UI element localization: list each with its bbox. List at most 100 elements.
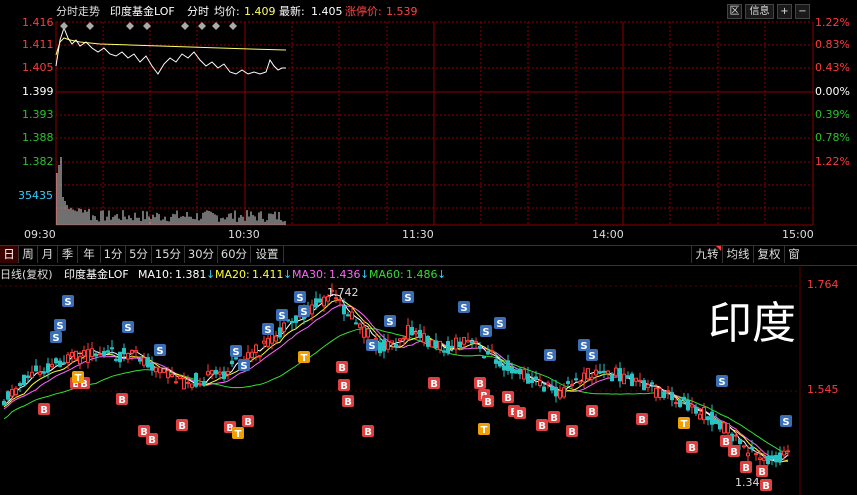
candle bbox=[478, 345, 482, 349]
candle bbox=[122, 348, 126, 355]
candle bbox=[514, 369, 518, 374]
tab-day[interactable]: 日 bbox=[0, 246, 19, 263]
candle bbox=[686, 399, 690, 411]
tab-60min[interactable]: 60分 bbox=[218, 246, 251, 263]
candle bbox=[314, 298, 318, 308]
sell-signal-icon-text: S bbox=[278, 311, 285, 322]
pct-tick: 0.00% bbox=[815, 85, 850, 98]
candle bbox=[670, 392, 674, 401]
candle bbox=[214, 370, 218, 375]
candle bbox=[738, 438, 742, 444]
candle bbox=[262, 340, 266, 344]
candle bbox=[486, 350, 490, 355]
candle bbox=[762, 457, 766, 461]
candle bbox=[786, 450, 790, 453]
candle bbox=[474, 340, 478, 344]
candle bbox=[110, 347, 114, 350]
event-marker-icon bbox=[198, 22, 206, 30]
candle bbox=[542, 386, 546, 392]
tab-quarter[interactable]: 季 bbox=[58, 246, 78, 263]
t-signal-icon-text: T bbox=[481, 425, 488, 436]
candle bbox=[450, 345, 454, 348]
adjust-button[interactable]: 复权 bbox=[753, 246, 784, 263]
candle bbox=[230, 360, 234, 365]
candle bbox=[178, 376, 182, 379]
tab-month[interactable]: 月 bbox=[38, 246, 58, 263]
sell-signal-icon-text: S bbox=[156, 346, 163, 357]
candle bbox=[38, 371, 42, 375]
buy-signal-icon-text: B bbox=[344, 397, 352, 408]
candle bbox=[390, 340, 394, 344]
sell-signal-icon-text: S bbox=[460, 303, 467, 314]
candle bbox=[666, 390, 670, 393]
candle bbox=[606, 370, 610, 375]
tab-year[interactable]: 年 bbox=[78, 246, 101, 263]
limit-up-value: 1.539 bbox=[386, 5, 418, 18]
candle bbox=[718, 420, 722, 430]
region-icon[interactable]: 区 bbox=[727, 4, 742, 19]
limit-up-label: 涨停价: bbox=[345, 5, 382, 18]
candle bbox=[414, 331, 418, 335]
info-button[interactable]: 信息 bbox=[745, 4, 774, 19]
buy-signal-icon-text: B bbox=[40, 405, 48, 416]
zoom-in-icon[interactable]: + bbox=[777, 4, 792, 19]
avg-value: 1.409 bbox=[244, 5, 276, 18]
sell-signal-icon-text: S bbox=[56, 321, 63, 332]
candle bbox=[698, 413, 702, 420]
sell-signal-icon-text: S bbox=[386, 317, 393, 328]
candle bbox=[50, 363, 54, 368]
candle bbox=[58, 360, 62, 367]
tab-settings[interactable]: 设置 bbox=[251, 246, 284, 263]
candle bbox=[10, 389, 14, 397]
tab-week[interactable]: 周 bbox=[19, 246, 38, 263]
candle bbox=[506, 360, 510, 371]
candle bbox=[346, 314, 350, 317]
event-marker-icon bbox=[86, 22, 94, 30]
tab-5min[interactable]: 5分 bbox=[126, 246, 152, 263]
buy-signal-icon-text: B bbox=[588, 407, 596, 418]
buy-signal-icon-text: B bbox=[484, 397, 492, 408]
buy-signal-icon-text: B bbox=[762, 481, 770, 492]
tab-15min[interactable]: 15分 bbox=[152, 246, 185, 263]
candle bbox=[198, 383, 202, 386]
tab-1min[interactable]: 1分 bbox=[101, 246, 126, 263]
candle bbox=[130, 349, 134, 354]
candle bbox=[758, 457, 762, 461]
price-line bbox=[55, 26, 286, 75]
candle bbox=[658, 388, 662, 399]
tab-30min[interactable]: 30分 bbox=[185, 246, 218, 263]
candle bbox=[442, 350, 446, 353]
ma-lines-button[interactable]: 均线 bbox=[722, 246, 753, 263]
candle bbox=[258, 354, 262, 357]
candle bbox=[350, 311, 354, 320]
candle bbox=[394, 343, 398, 347]
candle bbox=[714, 418, 718, 425]
candle bbox=[82, 350, 86, 357]
candle bbox=[594, 369, 598, 376]
candle bbox=[26, 375, 30, 378]
candle bbox=[522, 369, 526, 380]
candle bbox=[498, 360, 502, 367]
candle bbox=[546, 382, 550, 386]
candle bbox=[186, 381, 190, 384]
candle bbox=[406, 325, 410, 340]
candle bbox=[266, 337, 270, 347]
candle bbox=[690, 404, 694, 408]
event-marker-icon bbox=[60, 22, 68, 30]
pct-tick: 0.43% bbox=[815, 61, 850, 74]
candle bbox=[34, 365, 38, 372]
sell-signal-icon-text: S bbox=[296, 293, 303, 304]
buy-signal-icon-text: B bbox=[364, 427, 372, 438]
candle bbox=[466, 340, 470, 343]
zoom-out-icon[interactable]: − bbox=[795, 4, 810, 19]
intraday-chart bbox=[55, 21, 814, 226]
kline-price-tick: 1.545 bbox=[807, 383, 839, 396]
price-tick: 1.393 bbox=[22, 108, 54, 121]
buy-signal-icon-text: B bbox=[340, 381, 348, 392]
window-button[interactable]: 窗 bbox=[784, 246, 803, 263]
candle bbox=[782, 450, 786, 456]
candle bbox=[98, 353, 102, 356]
candle bbox=[710, 411, 714, 425]
candle bbox=[534, 376, 538, 380]
watermark: 印度 bbox=[708, 298, 796, 349]
